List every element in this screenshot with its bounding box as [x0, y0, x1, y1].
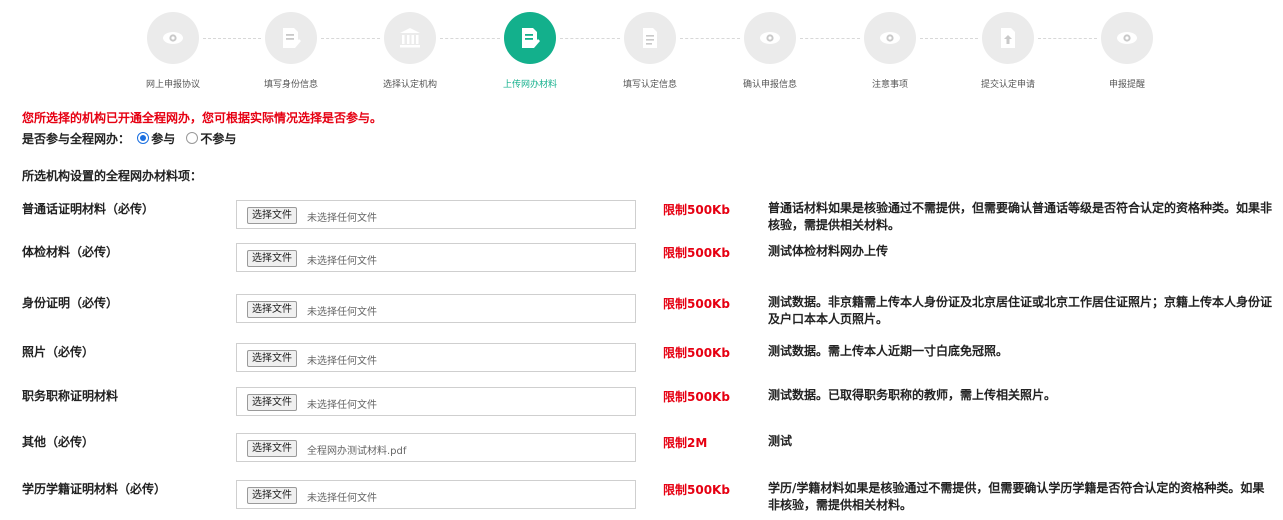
size-limit: 限制500Kb	[663, 203, 730, 217]
choose-file-button[interactable]: 选择文件	[247, 207, 297, 224]
step-6: 确认申报信息	[720, 12, 820, 90]
material-row: 普通话证明材料（必传） 选择文件 未选择任何文件 限制500Kb 普通话材料如果是核验通…	[0, 196, 1283, 240]
radio-unchecked-icon[interactable]	[186, 132, 199, 144]
choose-file-button[interactable]: 选择文件	[247, 250, 297, 267]
size-limit: 限制500Kb	[663, 297, 730, 311]
step-label: 网上申报协议	[145, 80, 200, 90]
eye-icon	[864, 12, 916, 64]
eye-icon	[744, 12, 796, 64]
eye-icon	[147, 12, 199, 64]
step-label: 上传网办材料	[502, 80, 557, 90]
step-label: 选择认定机构	[382, 80, 437, 90]
file-name-text: 未选择任何文件	[307, 307, 377, 318]
size-limit: 限制500Kb	[663, 246, 730, 260]
size-limit: 限制2M	[663, 436, 708, 450]
document-icon	[624, 12, 676, 64]
radio-checked-icon[interactable]	[137, 132, 150, 144]
file-name-text: 未选择任何文件	[307, 356, 377, 367]
participation-label: 是否参与全程网办：	[22, 132, 131, 146]
choose-file-button[interactable]: 选择文件	[247, 394, 297, 411]
document-edit-icon	[265, 12, 317, 64]
material-description: 测试数据。非京籍需上传本人身份证及北京居住证或北京工作居住证照片；京籍上传本人身…	[768, 295, 1273, 326]
material-description: 测试数据。需上传本人近期一寸白底免冠照。	[768, 344, 1009, 358]
file-input[interactable]: 选择文件 未选择任何文件	[236, 343, 636, 372]
material-description: 普通话材料如果是核验通过不需提供，但需要确认普通话等级是否符合认定的资格种类。如…	[768, 201, 1273, 232]
step-3: 选择认定机构	[360, 12, 460, 90]
document-edit-icon	[504, 12, 556, 64]
material-label: 学历学籍证明材料（必传）	[22, 482, 167, 496]
material-row: 职务职称证明材料 选择文件 未选择任何文件 限制500Kb 测试数据。已取得职务职称的教…	[0, 383, 1283, 427]
size-limit: 限制500Kb	[663, 483, 730, 497]
progress-steps: 网上申报协议 填写身份信息 选择认定机构 上传网办材料 填写认定信息 确认申报信息 注意事项…	[0, 0, 1283, 92]
file-input[interactable]: 选择文件 全程网办测试材料.pdf	[236, 433, 636, 462]
material-row: 其他（必传） 选择文件 全程网办测试材料.pdf 限制2M 测试	[0, 429, 1283, 473]
file-name-text: 未选择任何文件	[307, 400, 377, 411]
step-label: 填写身份信息	[263, 80, 318, 90]
file-input[interactable]: 选择文件 未选择任何文件	[236, 294, 636, 323]
material-description: 测试	[768, 434, 793, 448]
institution-icon	[384, 12, 436, 64]
material-label: 职务职称证明材料	[22, 389, 119, 403]
material-description: 学历/学籍材料如果是核验通过不需提供，但需要确认学历学籍是否符合认定的资格种类。…	[768, 481, 1265, 512]
file-input[interactable]: 选择文件 未选择任何文件	[236, 480, 636, 509]
step-label: 注意事项	[871, 80, 908, 90]
material-label: 身份证明（必传）	[22, 296, 119, 310]
file-upload-icon	[982, 12, 1034, 64]
radio-not-participate-label[interactable]: 不参与	[200, 132, 236, 146]
file-name-text: 全程网办测试材料.pdf	[307, 446, 407, 457]
material-label: 照片（必传）	[22, 345, 95, 359]
choose-file-button[interactable]: 选择文件	[247, 350, 297, 367]
radio-not-participate[interactable]: 不参与	[183, 132, 236, 146]
step-7: 注意事项	[840, 12, 940, 90]
choose-file-button[interactable]: 选择文件	[247, 440, 297, 457]
size-limit: 限制500Kb	[663, 346, 730, 360]
step-1: 网上申报协议	[123, 12, 223, 90]
step-label: 提交认定申请	[980, 80, 1035, 90]
material-row: 身份证明（必传） 选择文件 未选择任何文件 限制500Kb 测试数据。非京籍需上传本人身…	[0, 290, 1283, 334]
choose-file-button[interactable]: 选择文件	[247, 301, 297, 318]
size-limit: 限制500Kb	[663, 390, 730, 404]
radio-participate[interactable]: 参与	[134, 132, 175, 146]
eye-icon	[1101, 12, 1153, 64]
file-name-text: 未选择任何文件	[307, 213, 377, 224]
step-label: 填写认定信息	[622, 80, 677, 90]
step-label: 确认申报信息	[742, 80, 797, 90]
material-row: 体检材料（必传） 选择文件 未选择任何文件 限制500Kb 测试体检材料网办上传	[0, 239, 1283, 283]
step-2: 填写身份信息	[241, 12, 341, 90]
file-input[interactable]: 选择文件 未选择任何文件	[236, 243, 636, 272]
step-4: 上传网办材料	[480, 12, 580, 90]
file-name-text: 未选择任何文件	[307, 256, 377, 267]
participation-choice: 是否参与全程网办： 参与 不参与	[22, 130, 236, 147]
material-row: 照片（必传） 选择文件 未选择任何文件 限制500Kb 测试数据。需上传本人近期一寸白底…	[0, 339, 1283, 383]
material-description: 测试数据。已取得职务职称的教师，需上传相关照片。	[768, 388, 1057, 402]
file-name-text: 未选择任何文件	[307, 493, 377, 504]
notice-text: 您所选择的机构已开通全程网办，您可根据实际情况选择是否参与。	[22, 111, 383, 125]
material-row: 学历学籍证明材料（必传） 选择文件 未选择任何文件 限制500Kb 学历/学籍材料如果是…	[0, 476, 1283, 520]
step-9: 申报提醒	[1077, 12, 1177, 90]
material-label: 体检材料（必传）	[22, 245, 119, 259]
material-description: 测试体检材料网办上传	[768, 244, 889, 258]
material-label: 其他（必传）	[22, 435, 95, 449]
file-input[interactable]: 选择文件 未选择任何文件	[236, 387, 636, 416]
material-label: 普通话证明材料（必传）	[22, 202, 155, 216]
materials-title: 所选机构设置的全程网办材料项：	[22, 169, 203, 183]
step-5: 填写认定信息	[600, 12, 700, 90]
radio-participate-label[interactable]: 参与	[151, 132, 175, 146]
file-input[interactable]: 选择文件 未选择任何文件	[236, 200, 636, 229]
step-label: 申报提醒	[1108, 80, 1145, 90]
choose-file-button[interactable]: 选择文件	[247, 487, 297, 504]
step-8: 提交认定申请	[958, 12, 1058, 90]
